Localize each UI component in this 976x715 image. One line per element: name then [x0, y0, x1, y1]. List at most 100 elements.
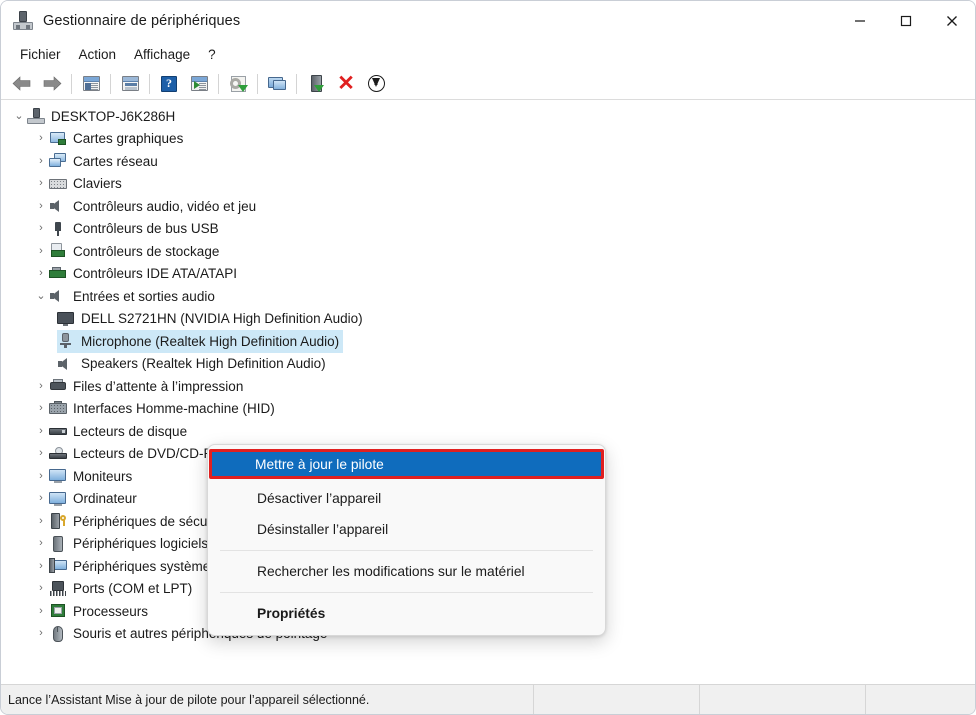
tree-node-label: Entrées et sorties audio: [73, 290, 215, 304]
usb-controller-icon: [49, 221, 67, 237]
menu-separator: [220, 592, 593, 593]
status-bar: Lance l’Assistant Mise à jour de pilote …: [1, 684, 975, 714]
tree-node-label: DESKTOP-J6K286H: [51, 110, 175, 124]
status-cell-2: [699, 685, 865, 715]
tree-node-label: Processeurs: [73, 605, 148, 619]
back-arrow-icon[interactable]: [7, 71, 37, 97]
tree-node-usb-controllers[interactable]: › Contrôleurs de bus USB: [1, 218, 975, 241]
tree-node-label: Lecteurs de disque: [73, 425, 187, 439]
chevron-right-icon[interactable]: ›: [33, 448, 49, 459]
tree-node-label: Contrôleurs de bus USB: [73, 222, 219, 236]
minimize-button[interactable]: [837, 1, 883, 41]
tree-node-disk-drives[interactable]: › Lecteurs de disque: [1, 420, 975, 443]
processor-icon: [49, 603, 67, 619]
toolbar: ? ✕: [1, 68, 975, 100]
tree-node-print-queues[interactable]: › Files d’attente à l’impression: [1, 375, 975, 398]
menu-aide[interactable]: ?: [199, 44, 225, 65]
tree-node-label: Cartes réseau: [73, 155, 158, 169]
software-device-icon: [49, 536, 67, 552]
chevron-down-icon[interactable]: ⌄: [11, 111, 27, 122]
forward-arrow-icon[interactable]: [37, 71, 67, 97]
tree-node-label: Microphone (Realtek High Definition Audi…: [81, 335, 339, 349]
ctx-update-driver[interactable]: Mettre à jour le pilote: [209, 449, 604, 479]
chevron-right-icon[interactable]: ›: [33, 133, 49, 144]
tree-node-microphone[interactable]: Microphone (Realtek High Definition Audi…: [1, 330, 975, 353]
tree-node-speakers[interactable]: Speakers (Realtek High Definition Audio): [1, 353, 975, 376]
tree-node-sound-controllers[interactable]: › Contrôleurs audio, vidéo et jeu: [1, 195, 975, 218]
print-queue-icon: [49, 378, 67, 394]
tree-node-storage-controllers[interactable]: › Contrôleurs de stockage: [1, 240, 975, 263]
disable-device-icon[interactable]: [361, 71, 391, 97]
menu-action[interactable]: Action: [70, 44, 126, 65]
tree-node-display-adapters[interactable]: › Cartes graphiques: [1, 128, 975, 151]
status-cell-3: [865, 685, 975, 715]
chevron-right-icon[interactable]: ›: [33, 156, 49, 167]
tree-node-label: DELL S2721HN (NVIDIA High Definition Aud…: [81, 312, 363, 326]
uninstall-device-icon[interactable]: ✕: [331, 71, 361, 97]
tree-node-label: Contrôleurs audio, vidéo et jeu: [73, 200, 256, 214]
chevron-down-icon[interactable]: ⌄: [33, 291, 49, 302]
chevron-right-icon[interactable]: ›: [33, 583, 49, 594]
disk-drive-icon: [49, 423, 67, 439]
ctx-uninstall-device[interactable]: Désinstaller l’appareil: [212, 514, 601, 545]
microphone-icon: [57, 333, 75, 349]
tree-node-ide-controllers[interactable]: › Contrôleurs IDE ATA/ATAPI: [1, 263, 975, 286]
tree-node-computer[interactable]: ⌄ DESKTOP-J6K286H: [1, 105, 975, 128]
chevron-right-icon[interactable]: ›: [33, 606, 49, 617]
maximize-button[interactable]: [883, 1, 929, 41]
chevron-right-icon[interactable]: ›: [33, 538, 49, 549]
tree-node-label: Contrôleurs de stockage: [73, 245, 219, 259]
menu-separator: [220, 550, 593, 551]
monitor-audio-icon: [57, 311, 75, 327]
sound-controller-icon: [49, 288, 67, 304]
selected-row-highlight: Microphone (Realtek High Definition Audi…: [57, 330, 343, 353]
toolbar-separator: [218, 74, 219, 94]
scan-hardware-changes-icon[interactable]: [262, 71, 292, 97]
chevron-right-icon[interactable]: ›: [33, 178, 49, 189]
chevron-right-icon[interactable]: ›: [33, 201, 49, 212]
tree-node-label: Périphériques système: [73, 560, 210, 574]
show-hide-console-tree-icon[interactable]: [76, 71, 106, 97]
chevron-right-icon[interactable]: ›: [33, 246, 49, 257]
port-icon: [49, 581, 67, 597]
chevron-right-icon[interactable]: ›: [33, 268, 49, 279]
menu-fichier[interactable]: Fichier: [11, 44, 70, 65]
tree-node-label: Contrôleurs IDE ATA/ATAPI: [73, 267, 237, 281]
tree-node-label: Interfaces Homme-machine (HID): [73, 402, 275, 416]
update-driver-icon[interactable]: [223, 71, 253, 97]
title-bar: Gestionnaire de périphériques: [1, 1, 975, 41]
toolbar-separator: [296, 74, 297, 94]
help-icon[interactable]: ?: [154, 71, 184, 97]
window-title: Gestionnaire de périphériques: [43, 13, 240, 29]
show-action-pane-icon[interactable]: [184, 71, 214, 97]
tree-node-label: Ports (COM et LPT): [73, 582, 192, 596]
tree-node-dell-monitor-audio[interactable]: DELL S2721HN (NVIDIA High Definition Aud…: [1, 308, 975, 331]
tree-node-keyboards[interactable]: › Claviers: [1, 173, 975, 196]
context-menu: Mettre à jour le pilote Désactiver l’app…: [207, 444, 606, 636]
window-controls: [837, 1, 975, 41]
chevron-right-icon[interactable]: ›: [33, 426, 49, 437]
ctx-scan-hardware[interactable]: Rechercher les modifications sur le maté…: [212, 556, 601, 587]
tree-node-label: Moniteurs: [73, 470, 132, 484]
chevron-right-icon[interactable]: ›: [33, 561, 49, 572]
toolbar-separator: [71, 74, 72, 94]
chevron-right-icon[interactable]: ›: [33, 381, 49, 392]
enable-device-icon[interactable]: [301, 71, 331, 97]
chevron-right-icon[interactable]: ›: [33, 403, 49, 414]
close-button[interactable]: [929, 1, 975, 41]
tree-node-audio-io[interactable]: ⌄ Entrées et sorties audio: [1, 285, 975, 308]
tree-node-hid[interactable]: › Interfaces Homme-machine (HID): [1, 398, 975, 421]
chevron-right-icon[interactable]: ›: [33, 516, 49, 527]
chevron-right-icon[interactable]: ›: [33, 493, 49, 504]
ctx-disable-device[interactable]: Désactiver l’appareil: [212, 483, 601, 514]
tree-node-network-adapters[interactable]: › Cartes réseau: [1, 150, 975, 173]
menu-bar: Fichier Action Affichage ?: [1, 41, 975, 68]
chevron-right-icon[interactable]: ›: [33, 628, 49, 639]
properties-icon[interactable]: [115, 71, 145, 97]
chevron-right-icon[interactable]: ›: [33, 223, 49, 234]
security-device-icon: [49, 513, 67, 529]
chevron-right-icon[interactable]: ›: [33, 471, 49, 482]
menu-affichage[interactable]: Affichage: [125, 44, 199, 65]
status-text: Lance l’Assistant Mise à jour de pilote …: [1, 693, 533, 707]
ctx-properties[interactable]: Propriétés: [212, 598, 601, 629]
